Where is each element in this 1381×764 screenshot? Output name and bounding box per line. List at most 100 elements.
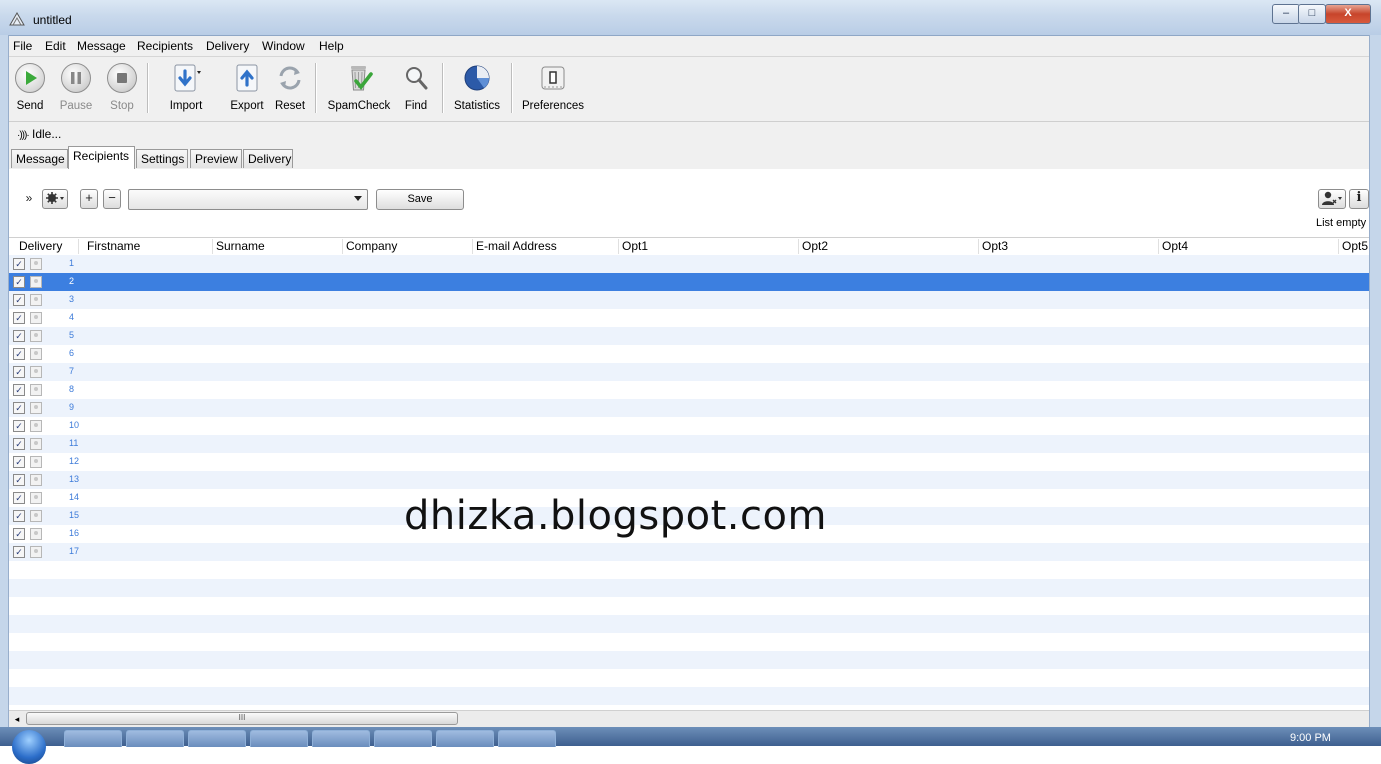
gear-menu-button[interactable] xyxy=(42,189,68,209)
taskbar-item-messenger[interactable] xyxy=(374,730,432,747)
table-row[interactable]: ✓ 13 xyxy=(9,471,1369,489)
taskbar-item-mailer[interactable] xyxy=(436,730,494,747)
stop-button[interactable]: Stop xyxy=(105,57,139,121)
find-button[interactable]: Find xyxy=(401,57,431,121)
tab-message[interactable]: Message xyxy=(11,149,68,168)
table-row[interactable] xyxy=(9,615,1369,633)
table-row[interactable]: ✓ 2 xyxy=(9,273,1369,291)
delivery-checkbox[interactable]: ✓ xyxy=(13,366,25,378)
scrollbar-thumb[interactable]: III xyxy=(26,712,458,725)
export-button[interactable]: Export xyxy=(227,57,267,121)
column-header-opt1[interactable]: Opt1 xyxy=(620,239,799,254)
save-button[interactable]: Save xyxy=(376,189,464,210)
delivery-checkbox[interactable]: ✓ xyxy=(13,492,25,504)
close-button[interactable]: X xyxy=(1325,4,1371,24)
taskbar-item-folder[interactable] xyxy=(64,730,122,747)
delivery-checkbox[interactable]: ✓ xyxy=(13,420,25,432)
column-header-company[interactable]: Company xyxy=(344,239,473,254)
table-row[interactable] xyxy=(9,597,1369,615)
table-row[interactable]: ✓ 1 xyxy=(9,255,1369,273)
pause-button[interactable]: Pause xyxy=(57,57,95,121)
maximize-button[interactable]: □ xyxy=(1298,4,1326,24)
column-header-firstname[interactable]: Firstname xyxy=(85,239,213,254)
delivery-checkbox[interactable]: ✓ xyxy=(13,384,25,396)
delivery-checkbox[interactable]: ✓ xyxy=(13,294,25,306)
column-header-opt5[interactable]: Opt5 xyxy=(1340,239,1369,254)
person-icon xyxy=(30,294,42,306)
delivery-checkbox[interactable]: ✓ xyxy=(13,402,25,414)
table-row[interactable] xyxy=(9,687,1369,705)
delivery-checkbox[interactable]: ✓ xyxy=(13,510,25,522)
delivery-checkbox[interactable]: ✓ xyxy=(13,546,25,558)
table-row[interactable] xyxy=(9,579,1369,597)
column-header-opt2[interactable]: Opt2 xyxy=(800,239,979,254)
delivery-checkbox[interactable]: ✓ xyxy=(13,456,25,468)
taskbar-item-explorer[interactable] xyxy=(250,730,308,747)
info-button[interactable]: i xyxy=(1349,189,1369,209)
column-header-delivery[interactable]: Delivery xyxy=(17,239,79,254)
table-row[interactable] xyxy=(9,669,1369,687)
menu-help[interactable]: Help xyxy=(319,39,344,53)
collapse-button[interactable]: » xyxy=(21,190,37,208)
taskbar-item-other[interactable] xyxy=(498,730,556,747)
table-row[interactable]: ✓ 10 xyxy=(9,417,1369,435)
menu-message[interactable]: Message xyxy=(77,39,126,53)
column-header-email[interactable]: E-mail Address xyxy=(474,239,619,254)
delivery-checkbox[interactable]: ✓ xyxy=(13,330,25,342)
delivery-checkbox[interactable]: ✓ xyxy=(13,312,25,324)
add-list-button[interactable]: + xyxy=(80,189,98,209)
spamcheck-label: SpamCheck xyxy=(327,100,391,112)
table-row[interactable]: ✓ 5 xyxy=(9,327,1369,345)
table-row[interactable]: ✓ 4 xyxy=(9,309,1369,327)
table-row[interactable] xyxy=(9,561,1369,579)
list-status: List empty xyxy=(1316,217,1367,229)
remove-list-button[interactable]: − xyxy=(103,189,121,209)
toolbar-separator xyxy=(511,63,512,113)
tab-delivery[interactable]: Delivery xyxy=(243,149,293,168)
table-row[interactable]: ✓ 17 xyxy=(9,543,1369,561)
table-row[interactable] xyxy=(9,633,1369,651)
reset-button[interactable]: Reset xyxy=(272,57,308,121)
table-row[interactable]: ✓ 7 xyxy=(9,363,1369,381)
tab-preview[interactable]: Preview xyxy=(190,149,242,168)
menu-edit[interactable]: Edit xyxy=(45,39,66,53)
list-select[interactable] xyxy=(128,189,368,210)
tab-settings[interactable]: Settings xyxy=(136,149,188,168)
column-header-opt4[interactable]: Opt4 xyxy=(1160,239,1339,254)
delivery-checkbox[interactable]: ✓ xyxy=(13,348,25,360)
table-row[interactable]: ✓ 11 xyxy=(9,435,1369,453)
spamcheck-button[interactable]: SpamCheck xyxy=(323,57,395,121)
table-row[interactable]: ✓ 3 xyxy=(9,291,1369,309)
taskbar-item-paint[interactable] xyxy=(188,730,246,747)
table-row[interactable]: ✓ 9 xyxy=(9,399,1369,417)
start-orb-icon[interactable] xyxy=(12,730,46,764)
row-number: 12 xyxy=(69,456,80,466)
menu-window[interactable]: Window xyxy=(262,39,305,53)
delivery-checkbox[interactable]: ✓ xyxy=(13,528,25,540)
delivery-checkbox[interactable]: ✓ xyxy=(13,474,25,486)
send-button[interactable]: Send xyxy=(13,57,47,121)
table-row[interactable]: ✓ 6 xyxy=(9,345,1369,363)
minimize-button[interactable]: – xyxy=(1272,4,1300,24)
menu-recipients[interactable]: Recipients xyxy=(137,39,193,53)
table-row[interactable] xyxy=(9,651,1369,669)
import-button[interactable]: Import xyxy=(161,57,211,121)
preferences-button[interactable]: Preferences xyxy=(519,57,587,121)
table-row[interactable]: ✓ 8 xyxy=(9,381,1369,399)
tab-recipients[interactable]: Recipients xyxy=(68,146,135,169)
taskbar-item-app[interactable] xyxy=(312,730,370,747)
table-row[interactable]: ✓ 12 xyxy=(9,453,1369,471)
menu-file[interactable]: File xyxy=(13,39,32,53)
delivery-checkbox[interactable]: ✓ xyxy=(13,258,25,270)
taskbar-item-browser[interactable] xyxy=(126,730,184,747)
statistics-button[interactable]: Statistics xyxy=(451,57,503,121)
scroll-left-arrow[interactable]: ◂ xyxy=(9,711,25,727)
horizontal-scrollbar[interactable]: ◂ III xyxy=(9,710,1369,727)
column-header-opt3[interactable]: Opt3 xyxy=(980,239,1159,254)
column-header-surname[interactable]: Surname xyxy=(214,239,343,254)
row-number: 3 xyxy=(69,294,75,304)
menu-delivery[interactable]: Delivery xyxy=(206,39,249,53)
delivery-checkbox[interactable]: ✓ xyxy=(13,276,25,288)
delivery-checkbox[interactable]: ✓ xyxy=(13,438,25,450)
user-filter-button[interactable] xyxy=(1318,189,1346,209)
